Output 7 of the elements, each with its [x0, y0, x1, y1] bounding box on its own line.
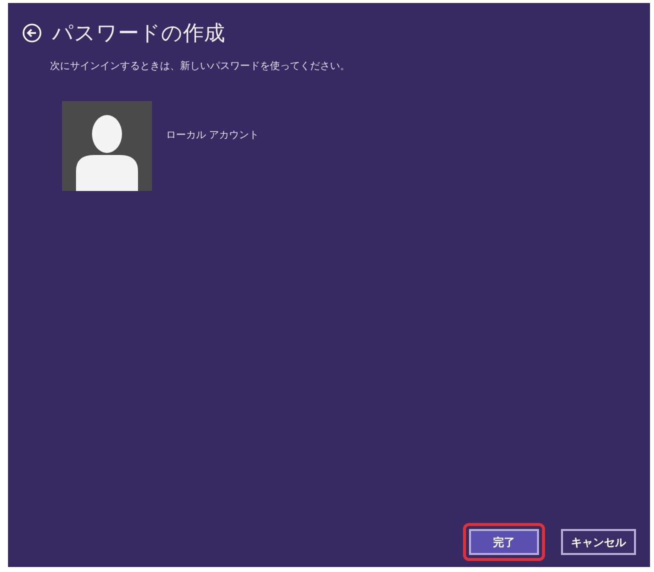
account-type: ローカル アカウント [166, 129, 260, 143]
finish-button[interactable]: 完了 [469, 529, 539, 555]
cancel-button[interactable]: キャンセル [561, 529, 636, 555]
avatar-icon [62, 101, 152, 191]
back-icon[interactable] [22, 23, 42, 43]
page-title: パスワードの作成 [52, 20, 225, 47]
instruction-text: 次にサインインするときは、新しいパスワードを使ってください。 [50, 60, 351, 73]
